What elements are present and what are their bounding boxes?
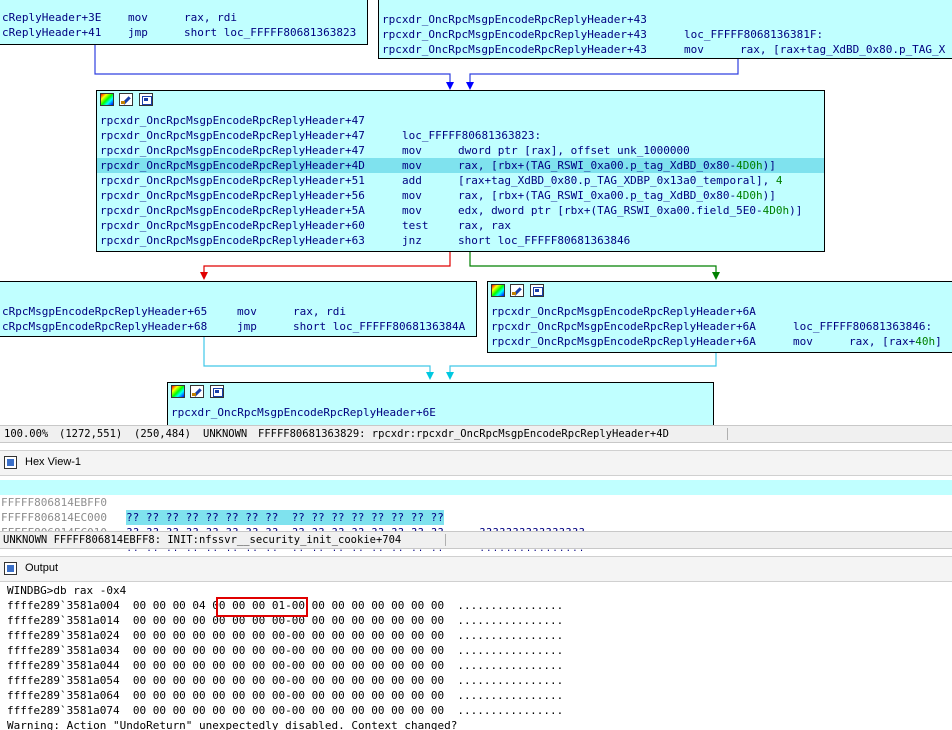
graph-node-43[interactable]: rpcxdr_OncRpcMsgpEncodeRpcReplyHeader+43… bbox=[378, 0, 952, 59]
output-line: ffffe289`3581a024 00 00 00 00 00 00 00 0… bbox=[7, 629, 564, 642]
rename-pencil-icon[interactable] bbox=[190, 385, 204, 398]
hex-row[interactable]: FFFFF806814EC010 ?? ?? ?? ?? ?? ?? ?? ??… bbox=[0, 510, 952, 569]
output-pane[interactable]: WINDBG>db rax -0x4 ffffe289`3581a004 00 … bbox=[0, 582, 952, 730]
output-icon bbox=[4, 562, 17, 575]
graph-position: (250,484) bbox=[134, 428, 191, 440]
mouse-position: (1272,551) bbox=[59, 428, 123, 440]
output-header[interactable]: Output bbox=[0, 556, 952, 582]
hex-view-title: Hex View-1 bbox=[25, 456, 82, 468]
hex-view-icon bbox=[4, 456, 17, 469]
asm-line-selected[interactable]: rpcxdr_OncRpcMsgpEncodeRpcReplyHeader+4D… bbox=[97, 158, 824, 173]
graph-node-6a[interactable]: rpcxdr_OncRpcMsgpEncodeRpcReplyHeader+6A… bbox=[487, 281, 952, 353]
graph-node-47[interactable]: rpcxdr_OncRpcMsgpEncodeRpcReplyHeader+47… bbox=[96, 90, 825, 252]
hex-status-bar: UNKNOWN FFFFF806814EBFF8: INIT:nfssvr__s… bbox=[0, 531, 952, 549]
output-line: ffffe289`3581a034 00 00 00 00 00 00 00 0… bbox=[7, 644, 564, 657]
rename-pencil-icon[interactable] bbox=[119, 93, 133, 106]
hex-view-header[interactable]: Hex View-1 bbox=[0, 450, 952, 476]
hex-view-pane[interactable]: FFFFF806814EBFF0 ?? ?? ?? ?? ?? ?? ?? ??… bbox=[0, 478, 952, 569]
output-line: ffffe289`3581a064 00 00 00 00 00 00 00 0… bbox=[7, 689, 564, 702]
zoom-level: 100.00% bbox=[4, 428, 49, 440]
output-line: ffffe289`3581a054 00 00 00 00 00 00 00 0… bbox=[7, 674, 564, 687]
group-nodes-icon[interactable] bbox=[210, 385, 224, 398]
output-line: Warning: Action "UndoReturn" unexpectedl… bbox=[7, 719, 458, 730]
output-line: WINDBG>db rax -0x4 bbox=[7, 584, 127, 597]
output-line: ffffe289`3581a044 00 00 00 00 00 00 00 0… bbox=[7, 659, 564, 672]
rename-pencil-icon[interactable] bbox=[510, 284, 524, 297]
graph-node-65[interactable]: cRpcMsgpEncodeRpcReplyHeader+65 mov rax, r… bbox=[0, 281, 477, 337]
hex-row[interactable]: FFFFF806814EBFF0 ?? ?? ?? ?? ?? ?? ?? ??… bbox=[0, 480, 952, 539]
output-title: Output bbox=[25, 562, 59, 574]
graph-node-6e[interactable]: rpcxdr_OncRpcMsgpEncodeRpcReplyHeader+6E bbox=[167, 382, 714, 425]
graph-status-bar: 100.00% (1272,551) (250,484) UNKNOWN FFF… bbox=[0, 425, 952, 443]
divider bbox=[727, 428, 728, 440]
graph-view[interactable]: cReplyHeader+3E mov rax, rdi cReplyHeader+… bbox=[0, 0, 952, 425]
group-nodes-icon[interactable] bbox=[530, 284, 544, 297]
highlight-annotation-box bbox=[216, 597, 308, 617]
hex-status-text: UNKNOWN FFFFF806814EBFF8: INIT:nfssvr__s… bbox=[3, 534, 402, 546]
color-palette-icon[interactable] bbox=[491, 284, 505, 297]
current-address: FFFFF80681363829: rpcxdr:rpcxdr_OncRpcMs… bbox=[258, 428, 669, 440]
color-palette-icon[interactable] bbox=[100, 93, 114, 106]
color-palette-icon[interactable] bbox=[171, 385, 185, 398]
segment-name: UNKNOWN bbox=[203, 428, 248, 440]
graph-node-3e[interactable]: cReplyHeader+3E mov rax, rdi cReplyHeader+… bbox=[0, 0, 368, 45]
group-nodes-icon[interactable] bbox=[139, 93, 153, 106]
hex-row[interactable]: FFFFF806814EC000 ?? ?? ?? ?? ?? ?? ?? ??… bbox=[0, 495, 952, 554]
output-line: ffffe289`3581a074 00 00 00 00 00 00 00 0… bbox=[7, 704, 564, 717]
divider bbox=[445, 534, 446, 546]
